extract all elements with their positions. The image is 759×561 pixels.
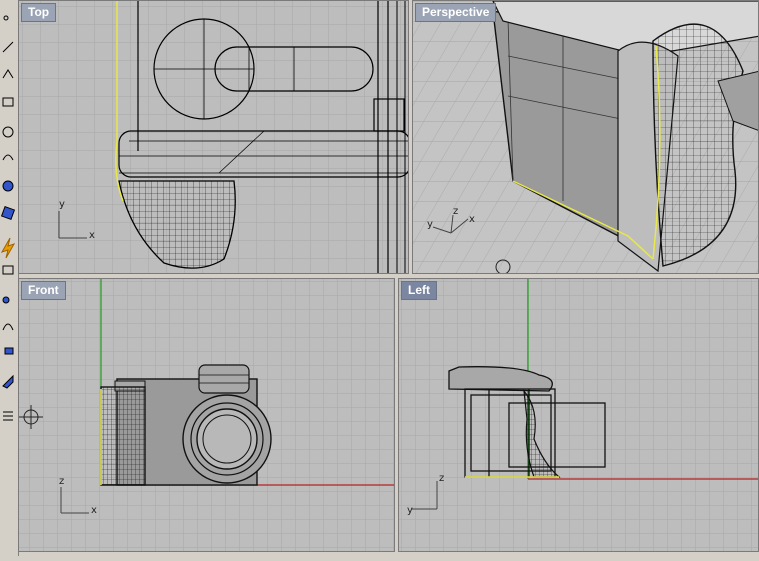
viewport-top[interactable]: y x Top (18, 0, 409, 274)
axis-y-label: y (59, 199, 65, 210)
perspective-view-canvas[interactable] (413, 1, 759, 274)
circle-icon[interactable] (2, 126, 14, 138)
point-icon[interactable] (3, 15, 9, 21)
viewport-left[interactable]: z y Left (398, 278, 759, 552)
axis-z-label: z (59, 476, 65, 487)
surface-icon[interactable] (2, 180, 14, 192)
axis-x-label: x (91, 505, 97, 516)
line-icon[interactable] (2, 41, 14, 53)
viewport-title-top[interactable]: Top (21, 3, 57, 22)
axis-y-label: y (427, 219, 433, 230)
left-view-canvas[interactable] (399, 279, 759, 552)
solid-icon[interactable] (0, 205, 16, 221)
transform-icon[interactable] (0, 237, 16, 259)
axis-z-label: z (439, 473, 445, 484)
snap-icon[interactable] (2, 374, 14, 389)
viewport-perspective[interactable]: y z x Perspective (412, 0, 759, 274)
viewport-title-perspective[interactable]: Perspective (415, 3, 497, 22)
viewport-front[interactable]: z x Front (18, 278, 395, 552)
polyline-icon[interactable] (2, 69, 14, 79)
lens-glass (196, 408, 258, 470)
viewport-title-front[interactable]: Front (21, 281, 66, 300)
toolbar-icons (0, 15, 16, 421)
arc-icon[interactable] (2, 154, 14, 161)
dimension-icon[interactable] (4, 347, 14, 355)
command-toolbar (0, 0, 19, 556)
rectangle-icon[interactable] (2, 97, 14, 107)
axis-x-label: x (469, 214, 475, 225)
move-icon[interactable] (3, 411, 13, 421)
viewport-title-left[interactable]: Left (401, 281, 437, 300)
analyze-icon[interactable] (2, 265, 14, 275)
top-view-canvas[interactable] (19, 1, 409, 274)
render-icon[interactable] (2, 296, 10, 304)
grip-mesh-front (100, 386, 146, 486)
viewfinder-hump (198, 364, 250, 394)
axis-x-label: x (89, 230, 95, 241)
mesh-icon[interactable] (2, 323, 14, 331)
front-view-canvas[interactable] (19, 279, 395, 552)
axis-z-label: z (453, 206, 459, 217)
axis-y-label: y (407, 505, 413, 516)
